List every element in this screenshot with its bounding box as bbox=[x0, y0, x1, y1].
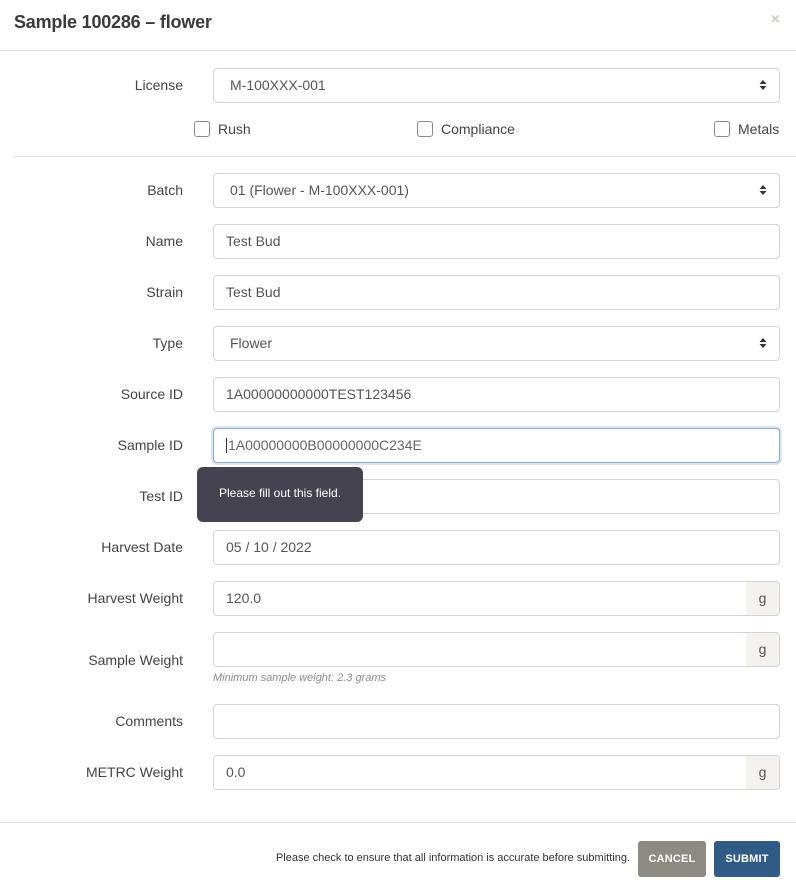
comments-label: Comments bbox=[115, 713, 183, 729]
harvest-date-input[interactable]: 05 / 10 / 2022 bbox=[213, 530, 780, 565]
cancel-button[interactable]: CANCEL bbox=[638, 841, 706, 877]
harvest-weight-input[interactable]: 120.0 bbox=[213, 581, 747, 616]
license-value: M-100XXX-001 bbox=[230, 77, 326, 93]
close-icon[interactable]: × bbox=[771, 10, 780, 30]
sample-weight-input[interactable] bbox=[213, 632, 747, 667]
sample-id-label: Sample ID bbox=[117, 437, 183, 453]
type-label: Type bbox=[152, 335, 183, 351]
modal-title: Sample 100286 – flower bbox=[14, 12, 212, 32]
sample-weight-unit: g bbox=[746, 632, 780, 667]
checkbox-label: Metals bbox=[738, 121, 780, 137]
modal-header: Sample 100286 – flower × bbox=[0, 0, 796, 51]
sample-weight-label: Sample Weight bbox=[88, 652, 183, 668]
strain-input[interactable]: Test Bud bbox=[213, 275, 780, 310]
batch-select[interactable]: 01 (Flower - M-100XXX-001) bbox=[213, 173, 780, 208]
type-select[interactable]: Flower bbox=[213, 326, 780, 361]
select-arrows-icon bbox=[759, 80, 767, 90]
metals-checkbox[interactable]: Metals bbox=[714, 121, 779, 137]
metrc-weight-unit: g bbox=[746, 755, 780, 790]
harvest-weight-label: Harvest Weight bbox=[87, 590, 183, 606]
test-id-label: Test ID bbox=[139, 488, 183, 504]
source-id-label: Source ID bbox=[120, 386, 183, 402]
compliance-checkbox[interactable]: Compliance bbox=[417, 121, 515, 137]
modal-footer: Please check to ensure that all informat… bbox=[0, 822, 796, 882]
harvest-weight-unit: g bbox=[746, 581, 780, 616]
select-arrows-icon bbox=[759, 338, 767, 348]
type-value: Flower bbox=[230, 335, 273, 351]
validation-tooltip: Please fill out this field. bbox=[197, 467, 363, 522]
license-label: License bbox=[134, 77, 183, 93]
submit-button[interactable]: SUBMIT bbox=[714, 841, 780, 877]
section-divider bbox=[14, 156, 796, 157]
checkbox-box[interactable] bbox=[194, 121, 210, 137]
batch-label: Batch bbox=[147, 182, 183, 198]
source-id-input[interactable]: 1A00000000000TEST123456 bbox=[213, 377, 780, 412]
checkbox-label: Compliance bbox=[441, 121, 515, 137]
select-arrows-icon bbox=[759, 185, 767, 195]
comments-input[interactable] bbox=[213, 704, 780, 739]
footer-note: Please check to ensure that all informat… bbox=[275, 852, 630, 864]
checkbox-box[interactable] bbox=[714, 121, 730, 137]
name-label: Name bbox=[145, 233, 183, 249]
sample-weight-help: Minimum sample weight: 2.3 grams bbox=[213, 672, 387, 684]
text-cursor bbox=[226, 437, 227, 453]
sample-id-input[interactable]: 1A00000000B00000000C234E bbox=[213, 428, 780, 463]
checkbox-box[interactable] bbox=[417, 121, 433, 137]
metrc-weight-input[interactable]: 0.0 bbox=[213, 755, 747, 790]
checkbox-label: Rush bbox=[218, 121, 251, 137]
rush-checkbox[interactable]: Rush bbox=[194, 121, 251, 137]
name-input[interactable]: Test Bud bbox=[213, 224, 780, 259]
strain-label: Strain bbox=[146, 284, 183, 300]
metrc-weight-label: METRC Weight bbox=[86, 764, 183, 780]
sample-id-value: 1A00000000B00000000C234E bbox=[228, 437, 422, 453]
batch-value: 01 (Flower - M-100XXX-001) bbox=[230, 182, 409, 198]
license-select[interactable]: M-100XXX-001 bbox=[213, 68, 780, 103]
harvest-date-label: Harvest Date bbox=[101, 539, 183, 555]
